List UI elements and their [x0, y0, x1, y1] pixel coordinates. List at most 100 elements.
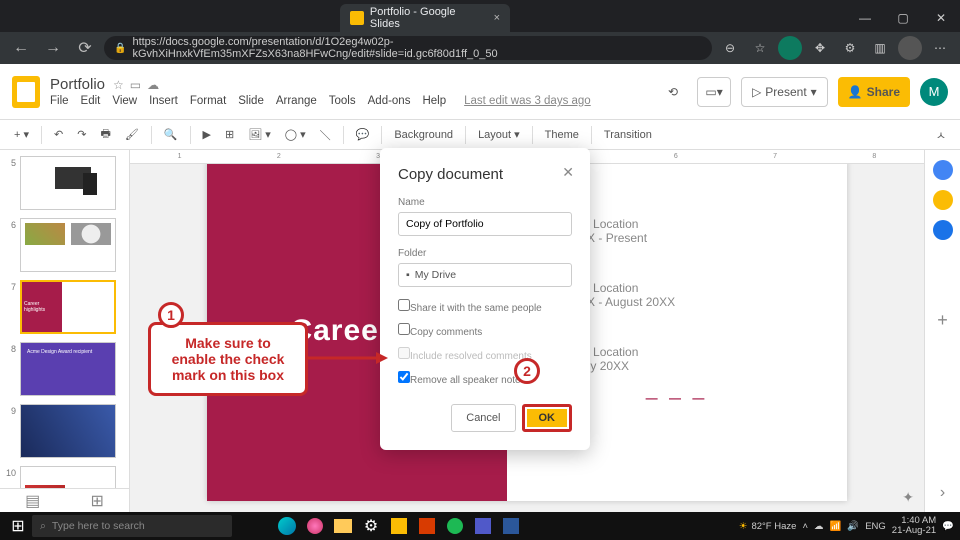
menu-tools[interactable]: Tools: [329, 95, 356, 107]
menu-insert[interactable]: Insert: [149, 95, 178, 107]
zoom-icon[interactable]: ⊖: [718, 36, 742, 60]
tray-volume-icon[interactable]: 🔊: [847, 521, 859, 532]
browser-tab[interactable]: Portfolio - Google Slides ×: [340, 4, 510, 32]
tray-language-icon[interactable]: ENG: [865, 521, 886, 532]
office-icon[interactable]: [414, 514, 440, 538]
name-input[interactable]: [398, 212, 572, 236]
window-minimize-icon[interactable]: —: [846, 4, 884, 32]
line-icon[interactable]: ＼: [316, 124, 335, 146]
thumb-7[interactable]: Career highlights: [20, 280, 116, 334]
forward-icon[interactable]: →: [40, 35, 66, 61]
tray-cloud-icon[interactable]: ☁: [814, 521, 824, 532]
reload-icon[interactable]: ⟳: [72, 35, 98, 61]
add-icon[interactable]: +: [937, 310, 948, 331]
settings-icon[interactable]: ⚙: [838, 36, 862, 60]
check-comments[interactable]: Copy comments: [398, 323, 572, 338]
collapse-panel-icon[interactable]: ›: [940, 484, 945, 502]
undo-icon[interactable]: ↶: [50, 125, 67, 144]
share-button[interactable]: 👤 Share: [838, 77, 910, 107]
check-comments-box[interactable]: [398, 323, 410, 335]
menu-help[interactable]: Help: [422, 95, 446, 107]
window-close-icon[interactable]: ✕: [922, 4, 960, 32]
star-icon[interactable]: ☆: [113, 78, 124, 92]
present-button[interactable]: ▷ Present ▾: [741, 77, 828, 107]
word-icon[interactable]: [498, 514, 524, 538]
image-icon[interactable]: 🖼 ▾: [244, 125, 275, 144]
teams-icon[interactable]: [470, 514, 496, 538]
menu-file[interactable]: File: [50, 95, 69, 107]
menu-arrange[interactable]: Arrange: [276, 95, 317, 107]
tasks-icon[interactable]: [933, 220, 953, 240]
edge-icon[interactable]: [274, 514, 300, 538]
menu-edit[interactable]: Edit: [81, 95, 101, 107]
theme-button[interactable]: Theme: [541, 126, 583, 144]
check-share[interactable]: Share it with the same people: [398, 299, 572, 314]
folder-icon: ▪: [406, 269, 410, 281]
paint-format-icon[interactable]: 🖌: [121, 125, 143, 144]
app-icon[interactable]: [302, 514, 328, 538]
redo-icon[interactable]: ↷: [73, 125, 90, 144]
history-icon[interactable]: ⟲: [659, 77, 687, 107]
check-speaker-box[interactable]: [398, 371, 410, 383]
folder-picker[interactable]: ▪My Drive: [398, 263, 572, 287]
app-yellow-icon[interactable]: [386, 514, 412, 538]
thumb-6[interactable]: [20, 218, 116, 272]
back-icon[interactable]: ←: [8, 35, 34, 61]
notifications-icon[interactable]: 💬: [942, 521, 954, 532]
filmstrip-view-icon[interactable]: ▤: [25, 491, 40, 511]
check-speaker-notes[interactable]: Remove all speaker notes: [398, 371, 572, 386]
last-edit-hint[interactable]: Last edit was 3 days ago: [464, 95, 591, 107]
check-share-box[interactable]: [398, 299, 410, 311]
spotify-icon[interactable]: [442, 514, 468, 538]
doc-title[interactable]: Portfolio: [50, 76, 105, 93]
thumb-5[interactable]: [20, 156, 116, 210]
settings-task-icon[interactable]: ⚙: [358, 514, 384, 538]
new-slide-icon[interactable]: + ▾: [10, 125, 33, 144]
tray-wifi-icon[interactable]: 📶: [830, 521, 842, 532]
print-icon[interactable]: 🖶: [96, 122, 114, 147]
url-field[interactable]: 🔒 https://docs.google.com/presentation/d…: [104, 36, 712, 60]
weather-widget[interactable]: ☀82°F Haze: [739, 521, 797, 532]
thumb-9[interactable]: [20, 404, 116, 458]
extension-icon[interactable]: [778, 36, 802, 60]
explore-icon[interactable]: ✦: [902, 489, 914, 506]
slideshow-icon[interactable]: ▭▾: [697, 77, 731, 107]
keep-icon[interactable]: [933, 190, 953, 210]
collections-icon[interactable]: ▥: [868, 36, 892, 60]
grid-view-icon[interactable]: ⊞: [90, 491, 103, 511]
more-icon[interactable]: ⋯: [928, 36, 952, 60]
modal-close-icon[interactable]: ✕: [562, 164, 574, 181]
ok-button[interactable]: OK: [522, 404, 573, 432]
taskbar-clock[interactable]: 1:40 AM 21-Aug-21: [892, 516, 936, 537]
tab-close-icon[interactable]: ×: [494, 12, 500, 24]
favorite-icon[interactable]: ☆: [748, 36, 772, 60]
comment-icon[interactable]: 💬: [352, 125, 374, 144]
explorer-icon[interactable]: [330, 514, 356, 538]
thumb-8[interactable]: Acme Design Award recipient: [20, 342, 116, 396]
shape-icon[interactable]: ◯ ▾: [281, 125, 310, 144]
avatar[interactable]: M: [920, 78, 948, 106]
cloud-status-icon[interactable]: ☁: [147, 78, 159, 92]
background-button[interactable]: Background: [390, 126, 457, 144]
zoom-fit-icon[interactable]: 🔍: [160, 125, 182, 144]
profile-icon[interactable]: [898, 36, 922, 60]
move-icon[interactable]: ▭: [130, 78, 141, 92]
filmstrip[interactable]: 5 6 7Career highlights 8Acme Design Awar…: [0, 150, 130, 512]
tray-chevron-icon[interactable]: ˄: [802, 521, 808, 532]
calendar-icon[interactable]: [933, 160, 953, 180]
extensions-icon[interactable]: ✥: [808, 36, 832, 60]
transition-button[interactable]: Transition: [600, 126, 656, 144]
hide-menus-icon[interactable]: ㅅ: [932, 124, 950, 146]
menu-view[interactable]: View: [112, 95, 137, 107]
menu-format[interactable]: Format: [190, 95, 226, 107]
layout-button[interactable]: Layout ▾: [474, 125, 524, 144]
menu-addons[interactable]: Add-ons: [368, 95, 411, 107]
menu-slide[interactable]: Slide: [238, 95, 264, 107]
select-icon[interactable]: ▶: [199, 125, 215, 144]
cancel-button[interactable]: Cancel: [451, 404, 515, 432]
slides-logo-icon[interactable]: [12, 76, 40, 108]
taskbar-search[interactable]: ⌕Type here to search: [32, 515, 232, 537]
window-maximize-icon[interactable]: ▢: [884, 4, 922, 32]
start-icon[interactable]: ⊞: [6, 514, 30, 538]
textbox-icon[interactable]: ⊞: [221, 125, 238, 144]
